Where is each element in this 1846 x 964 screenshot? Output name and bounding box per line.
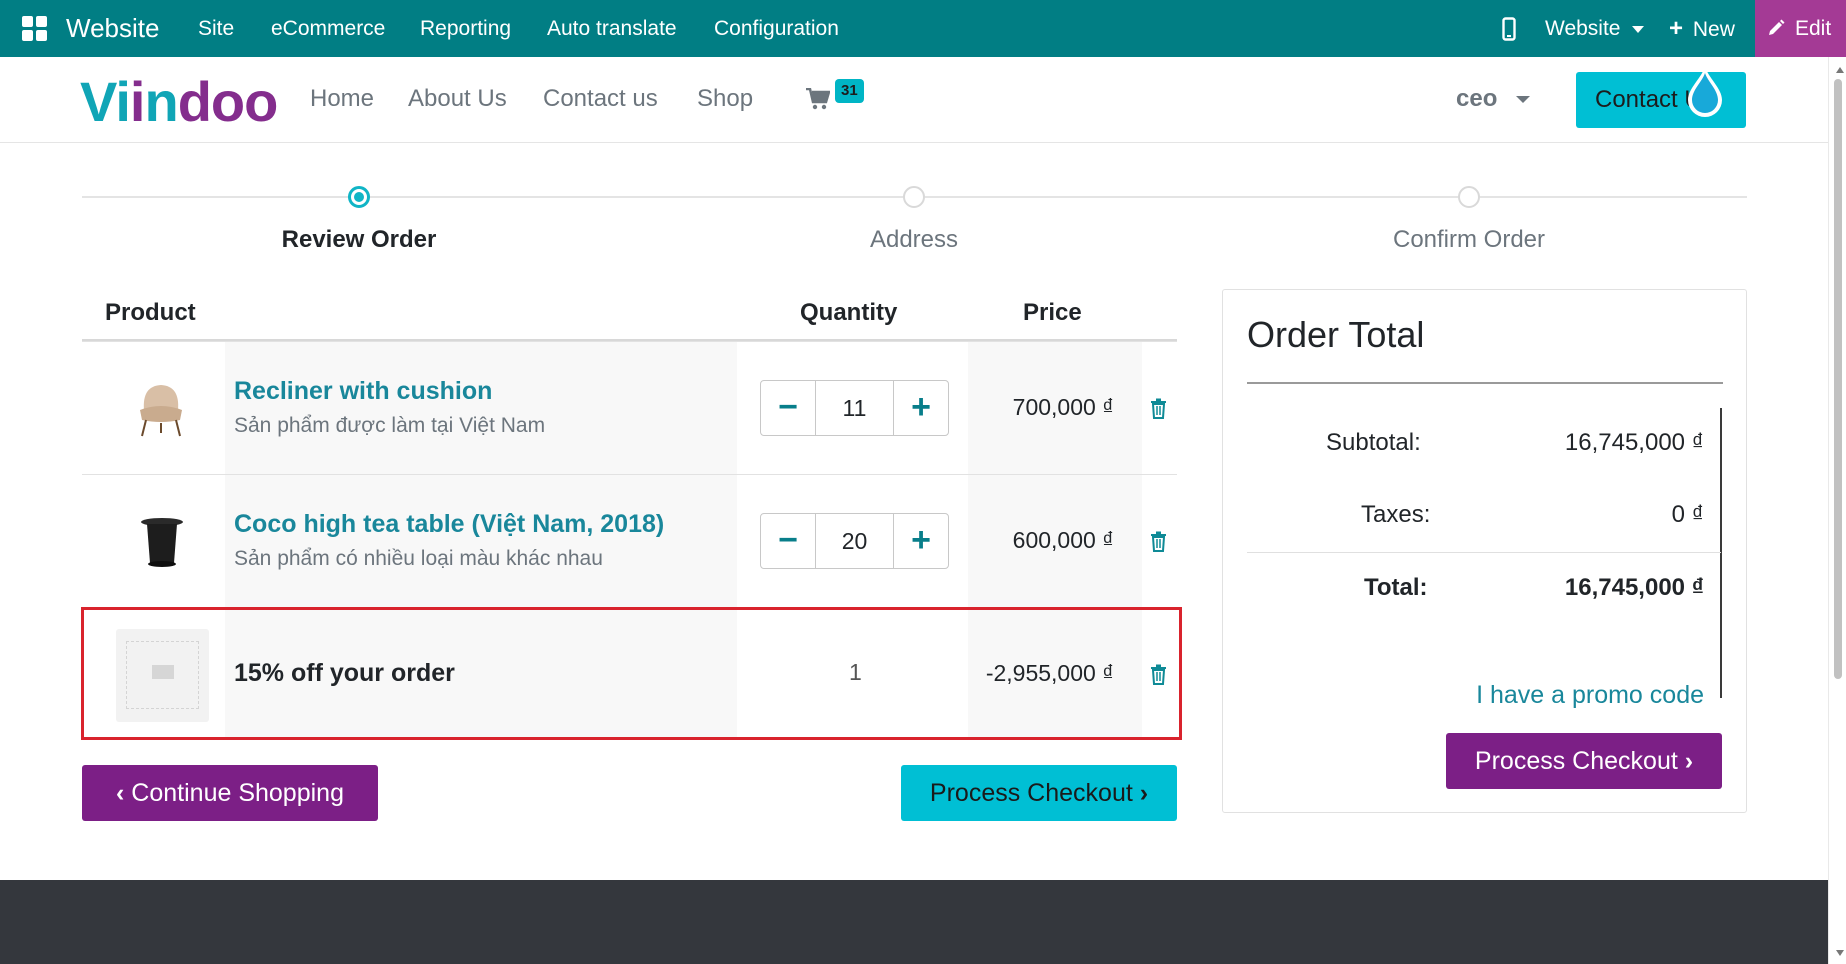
caret-down-icon xyxy=(1632,25,1645,33)
water-drop-icon xyxy=(1688,66,1722,117)
subtotal-value: 16,745,000 ₫ xyxy=(1564,429,1704,456)
plus-icon: + xyxy=(1669,15,1684,42)
menu-auto-translate[interactable]: Auto translate xyxy=(547,0,677,57)
scroll-up-icon[interactable] xyxy=(1836,67,1844,73)
cart-line-coco-table: Coco high tea table (Việt Nam, 2018) Sản… xyxy=(82,474,1177,607)
taxes-label: Taxes: xyxy=(1361,501,1431,528)
menu-site[interactable]: Site xyxy=(198,0,234,57)
decrease-quantity-button[interactable]: − xyxy=(761,514,816,568)
website-footer xyxy=(0,880,1828,964)
total-divider xyxy=(1247,552,1721,553)
step-confirm-order: Confirm Order xyxy=(1392,226,1546,253)
step-dot-address xyxy=(903,186,925,208)
step-dot-confirm-order xyxy=(1458,186,1480,208)
order-total-divider xyxy=(1247,382,1723,384)
website-switcher-label: Website xyxy=(1545,17,1621,40)
edit-button[interactable]: Edit xyxy=(1755,0,1846,57)
nav-shop[interactable]: Shop xyxy=(697,85,753,113)
chevron-right-icon: › xyxy=(1684,747,1694,775)
quantity-stepper: − 11 + xyxy=(760,380,949,436)
nav-home[interactable]: Home xyxy=(310,85,374,113)
cart-icon[interactable] xyxy=(806,88,830,110)
viindoo-logo[interactable]: Viindoo xyxy=(80,69,278,134)
process-checkout-button[interactable]: Process Checkout › xyxy=(901,765,1177,821)
cart-line-recliner: Recliner with cushion Sản phẩm được làm … xyxy=(82,341,1177,474)
highlight-frame xyxy=(81,607,1182,740)
trash-icon[interactable] xyxy=(1150,398,1167,419)
scrollbar-thumb[interactable] xyxy=(1834,79,1842,679)
pencil-icon xyxy=(1769,19,1785,35)
app-title[interactable]: Website xyxy=(66,0,159,57)
menu-ecommerce[interactable]: eCommerce xyxy=(271,0,385,57)
column-header-price: Price xyxy=(1023,299,1082,326)
caret-down-icon xyxy=(1516,96,1531,104)
apps-grid-icon[interactable] xyxy=(22,16,48,42)
vertical-scrollbar[interactable] xyxy=(1828,57,1846,964)
card-process-checkout-label: Process Checkout xyxy=(1474,747,1678,775)
user-name: ceo xyxy=(1456,85,1498,112)
taxes-value: 0 ₫ xyxy=(1671,501,1704,528)
product-description: Sản phẩm được làm tại Việt Nam xyxy=(234,414,546,437)
line-price: 600,000 ₫ xyxy=(1012,527,1114,553)
trash-icon[interactable] xyxy=(1150,531,1167,552)
line-price: 700,000 ₫ xyxy=(1012,394,1114,420)
edit-label: Edit xyxy=(1795,17,1832,40)
promo-code-link[interactable]: I have a promo code xyxy=(1476,681,1704,710)
cart-count-badge: 31 xyxy=(835,79,864,103)
continue-shopping-label: Continue Shopping xyxy=(131,779,344,807)
quantity-input[interactable]: 20 xyxy=(816,514,893,568)
chevron-left-icon: ‹ xyxy=(116,779,125,807)
tea-table-product-image[interactable] xyxy=(140,517,184,569)
quantity-stepper: − 20 + xyxy=(760,513,949,569)
decrease-quantity-button[interactable]: − xyxy=(761,381,816,435)
total-value: 16,745,000 ₫ xyxy=(1564,574,1704,601)
subtotal-label: Subtotal: xyxy=(1326,429,1421,456)
product-name-link[interactable]: Coco high tea table (Việt Nam, 2018) xyxy=(234,510,664,539)
new-label: New xyxy=(1692,18,1735,41)
admin-navbar: Website Site eCommerce Reporting Auto tr… xyxy=(0,0,1846,57)
mobile-preview-icon[interactable] xyxy=(1502,17,1516,41)
user-menu[interactable]: ceo xyxy=(1456,85,1531,113)
column-header-quantity: Quantity xyxy=(800,299,898,326)
product-name-link[interactable]: Recliner with cushion xyxy=(234,377,492,406)
order-total-card: Order Total Subtotal: 16,745,000 ₫ Taxes… xyxy=(1222,289,1747,813)
nav-about-us[interactable]: About Us xyxy=(408,85,507,113)
step-review-order: Review Order xyxy=(281,226,437,253)
recliner-product-image[interactable] xyxy=(134,380,188,438)
menu-reporting[interactable]: Reporting xyxy=(420,0,511,57)
increase-quantity-button[interactable]: + xyxy=(893,381,948,435)
order-total-title: Order Total xyxy=(1247,314,1425,355)
menu-configuration[interactable]: Configuration xyxy=(714,0,839,57)
step-dot-review-order xyxy=(348,186,370,208)
website-header: Viindoo Home About Us Contact us Shop ce… xyxy=(0,57,1828,143)
chevron-right-icon: › xyxy=(1139,779,1149,807)
process-checkout-label: Process Checkout xyxy=(929,779,1133,807)
step-address: Address xyxy=(869,226,959,253)
increase-quantity-button[interactable]: + xyxy=(893,514,948,568)
continue-shopping-button[interactable]: ‹ Continue Shopping xyxy=(82,765,378,821)
summary-border xyxy=(1720,408,1722,698)
card-process-checkout-button[interactable]: Process Checkout › xyxy=(1446,733,1722,789)
column-header-product: Product xyxy=(105,299,196,326)
product-description: Sản phẩm có nhiều loại màu khác nhau xyxy=(234,547,603,570)
new-button[interactable]: + New xyxy=(1669,0,1735,57)
scroll-down-icon[interactable] xyxy=(1836,950,1844,956)
total-label: Total: xyxy=(1364,574,1428,601)
website-switcher[interactable]: Website xyxy=(1545,0,1645,57)
quantity-input[interactable]: 11 xyxy=(816,381,893,435)
nav-contact-us[interactable]: Contact us xyxy=(543,85,658,113)
